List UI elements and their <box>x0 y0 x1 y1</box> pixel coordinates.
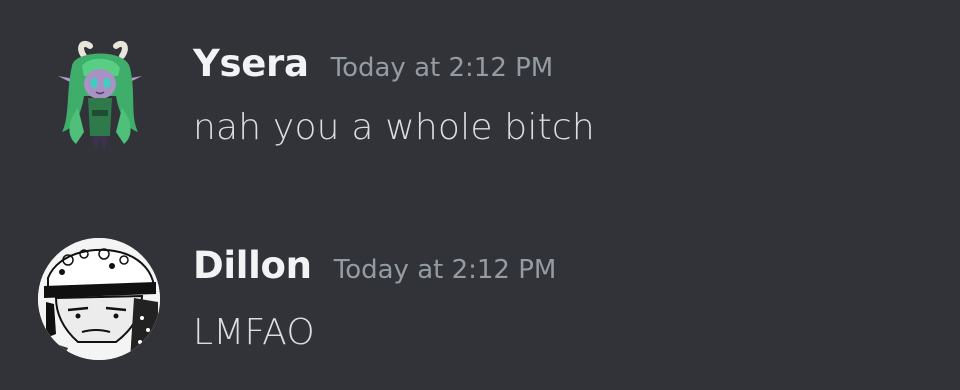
timestamp[interactable]: Today at 2:12 PM <box>331 53 554 83</box>
message-content: LMFAO <box>193 312 315 353</box>
chat-message: Ysera Today at 2:12 PM nah you a whole bi… <box>0 32 960 162</box>
avatar[interactable] <box>38 238 160 360</box>
message-header: Ysera Today at 2:12 PM <box>193 42 553 90</box>
avatar[interactable] <box>38 36 160 158</box>
username[interactable]: Ysera <box>193 42 309 85</box>
message-header: Dillon Today at 2:12 PM <box>193 244 556 292</box>
timestamp[interactable]: Today at 2:12 PM <box>334 255 557 285</box>
username[interactable]: Dillon <box>193 244 312 287</box>
avatar-image <box>38 238 160 360</box>
avatar-image <box>58 40 142 152</box>
chat-message: Dillon Today at 2:12 PM LMFAO <box>0 232 960 362</box>
message-content: nah you a whole bitch <box>193 107 595 148</box>
chat-log: Ysera Today at 2:12 PM nah you a whole bi… <box>0 0 960 390</box>
